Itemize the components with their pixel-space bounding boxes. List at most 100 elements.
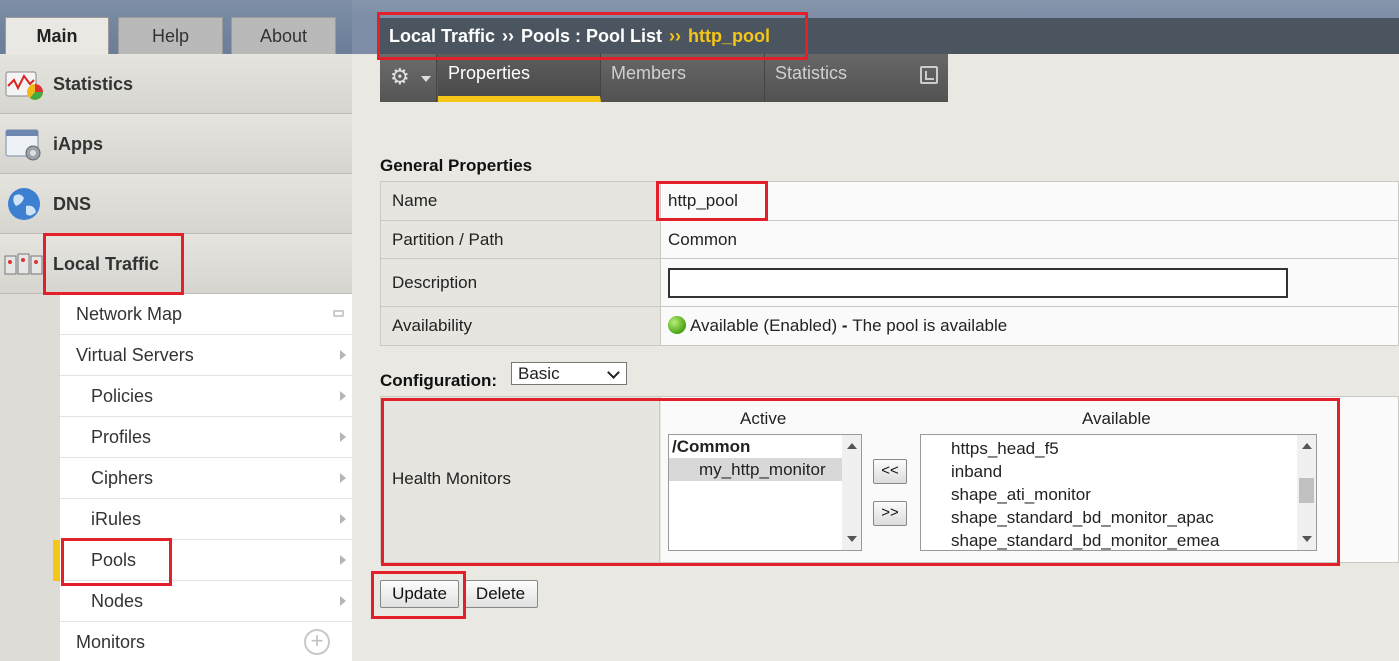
list-scrollbar[interactable] <box>842 435 861 550</box>
table-row: Description <box>380 258 1399 307</box>
nav-section-iapps-label: iApps <box>53 134 104 154</box>
nav-section-local-traffic-label: Local Traffic <box>53 254 160 274</box>
page-tab-bar: ⚙ Properties Members Statistics <box>380 54 948 102</box>
list-scrollbar[interactable] <box>1297 435 1316 550</box>
table-row: Partition / Path Common <box>380 220 1399 259</box>
partition-label: Partition / Path <box>380 220 661 259</box>
active-monitors-list[interactable]: /Common my_http_monitor <box>668 434 862 551</box>
availability-status: Available (Enabled) <box>690 316 838 335</box>
statistics-icon <box>5 71 43 100</box>
popout-icon[interactable] <box>920 66 938 84</box>
chevron-right-icon <box>340 514 346 524</box>
nav-item-pools[interactable]: Pools <box>60 540 352 581</box>
tab-statistics[interactable]: Statistics <box>765 54 948 102</box>
iapps-icon <box>5 129 41 161</box>
health-monitors-row: Health Monitors Active Available /Common… <box>380 396 1399 563</box>
nav-item-profiles[interactable]: Profiles <box>60 417 352 458</box>
nav-item-monitors[interactable]: Monitors + <box>60 622 352 661</box>
nav-item-ciphers[interactable]: Ciphers <box>60 458 352 499</box>
active-monitor-item[interactable]: my_http_monitor <box>669 458 842 481</box>
nav-item-label: Virtual Servers <box>76 345 194 365</box>
nav-section-local-traffic[interactable]: Local Traffic <box>0 234 352 294</box>
nav-item-label: iRules <box>91 509 142 529</box>
configuration-label: Configuration: <box>380 371 498 390</box>
nav-section-dns-label: DNS <box>53 194 92 214</box>
available-monitor-item[interactable]: https_head_f5 <box>951 437 1316 460</box>
nav-item-nodes[interactable]: Nodes <box>60 581 352 622</box>
active-header: Active <box>740 409 787 428</box>
gear-icon: ⚙ <box>390 64 410 89</box>
chevron-right-icon <box>340 596 346 606</box>
chevron-right-icon <box>340 432 346 442</box>
nav-item-irules[interactable]: iRules <box>60 499 352 540</box>
chevron-down-icon <box>607 366 620 379</box>
nav-item-label: Pools <box>91 550 137 570</box>
nav-item-label: Network Map <box>76 304 183 324</box>
nav-item-label: Ciphers <box>91 468 154 488</box>
description-input[interactable] <box>668 267 1288 298</box>
nav-item-network-map[interactable]: Network Map <box>60 294 352 335</box>
chevron-right-icon <box>340 391 346 401</box>
tab-help[interactable]: Help <box>118 17 223 54</box>
table-row: Name http_pool <box>380 181 1399 221</box>
header-strip <box>352 0 1399 18</box>
availability-separator: - <box>837 316 853 335</box>
selected-item-indicator <box>53 540 60 581</box>
local-traffic-submenu: Network Map Virtual Servers Policies Pro… <box>60 294 352 661</box>
add-monitor-button[interactable]: << <box>873 459 907 484</box>
chevron-right-icon <box>340 473 346 483</box>
remove-monitor-button[interactable]: >> <box>873 501 907 526</box>
local-traffic-icon <box>4 253 43 275</box>
available-monitor-item[interactable]: shape_standard_bd_monitor_apac <box>951 506 1316 529</box>
scroll-up-icon <box>1302 443 1312 449</box>
list-group-header: /Common <box>672 437 751 456</box>
add-icon[interactable]: + <box>304 629 330 655</box>
general-properties-heading: General Properties <box>380 156 533 175</box>
nav-section-iapps[interactable]: iApps <box>0 114 352 174</box>
breadcrumb-local-traffic[interactable]: Local Traffic <box>389 26 495 46</box>
tab-members[interactable]: Members <box>601 54 765 102</box>
dns-globe-icon <box>8 188 40 220</box>
table-row: Availability Available (Enabled) - The p… <box>380 306 1399 346</box>
chevron-down-icon <box>421 76 431 82</box>
nav-item-policies[interactable]: Policies <box>60 376 352 417</box>
general-properties-table: Name http_pool Partition / Path Common D… <box>380 181 1399 346</box>
breadcrumb-separator: ›› <box>669 26 682 46</box>
configuration-select[interactable]: Basic <box>511 362 627 385</box>
available-monitor-item[interactable]: shape_standard_bd_monitor_emea <box>951 529 1316 550</box>
tab-properties-label: Properties <box>448 63 531 83</box>
tab-members-label: Members <box>611 63 687 83</box>
available-monitor-item[interactable]: inband <box>951 460 1316 483</box>
description-label: Description <box>380 258 661 307</box>
settings-menu-button[interactable]: ⚙ <box>380 54 437 102</box>
update-button[interactable]: Update <box>380 580 459 608</box>
popup-window-icon <box>333 310 344 317</box>
chevron-right-icon <box>340 350 346 360</box>
chevron-right-icon <box>340 555 346 565</box>
available-monitor-item[interactable]: shape_ati_monitor <box>951 483 1316 506</box>
tab-main[interactable]: Main <box>5 17 109 54</box>
scroll-down-icon <box>847 536 857 542</box>
nav-section-statistics[interactable]: Statistics <box>0 54 352 114</box>
breadcrumb: Local Traffic ›› Pools : Pool List ›› http_p… <box>378 18 1399 54</box>
header-strip-left <box>352 18 378 54</box>
delete-button[interactable]: Delete <box>463 580 538 608</box>
scroll-down-icon <box>1302 536 1312 542</box>
tab-about[interactable]: About <box>231 17 336 54</box>
pool-name-value: http_pool <box>668 191 738 210</box>
configuration-selected-value: Basic <box>518 364 560 383</box>
scroll-thumb[interactable] <box>1299 478 1314 503</box>
availability-text: The pool is available <box>852 316 1008 335</box>
tab-properties[interactable]: Properties <box>438 54 601 102</box>
tab-statistics-label: Statistics <box>775 63 848 83</box>
nav-item-label: Nodes <box>91 591 144 611</box>
available-monitors-list[interactable]: https_head_f5 inband shape_ati_monitor s… <box>920 434 1317 551</box>
health-monitors-label: Health Monitors <box>381 397 660 562</box>
nav-item-label: Monitors <box>76 632 146 652</box>
scroll-up-icon <box>847 443 857 449</box>
breadcrumb-separator: ›› <box>502 26 515 46</box>
status-available-icon <box>668 316 686 334</box>
nav-item-virtual-servers[interactable]: Virtual Servers <box>60 335 352 376</box>
nav-section-dns[interactable]: DNS <box>0 174 352 234</box>
breadcrumb-pool-list[interactable]: Pools : Pool List <box>521 26 662 46</box>
